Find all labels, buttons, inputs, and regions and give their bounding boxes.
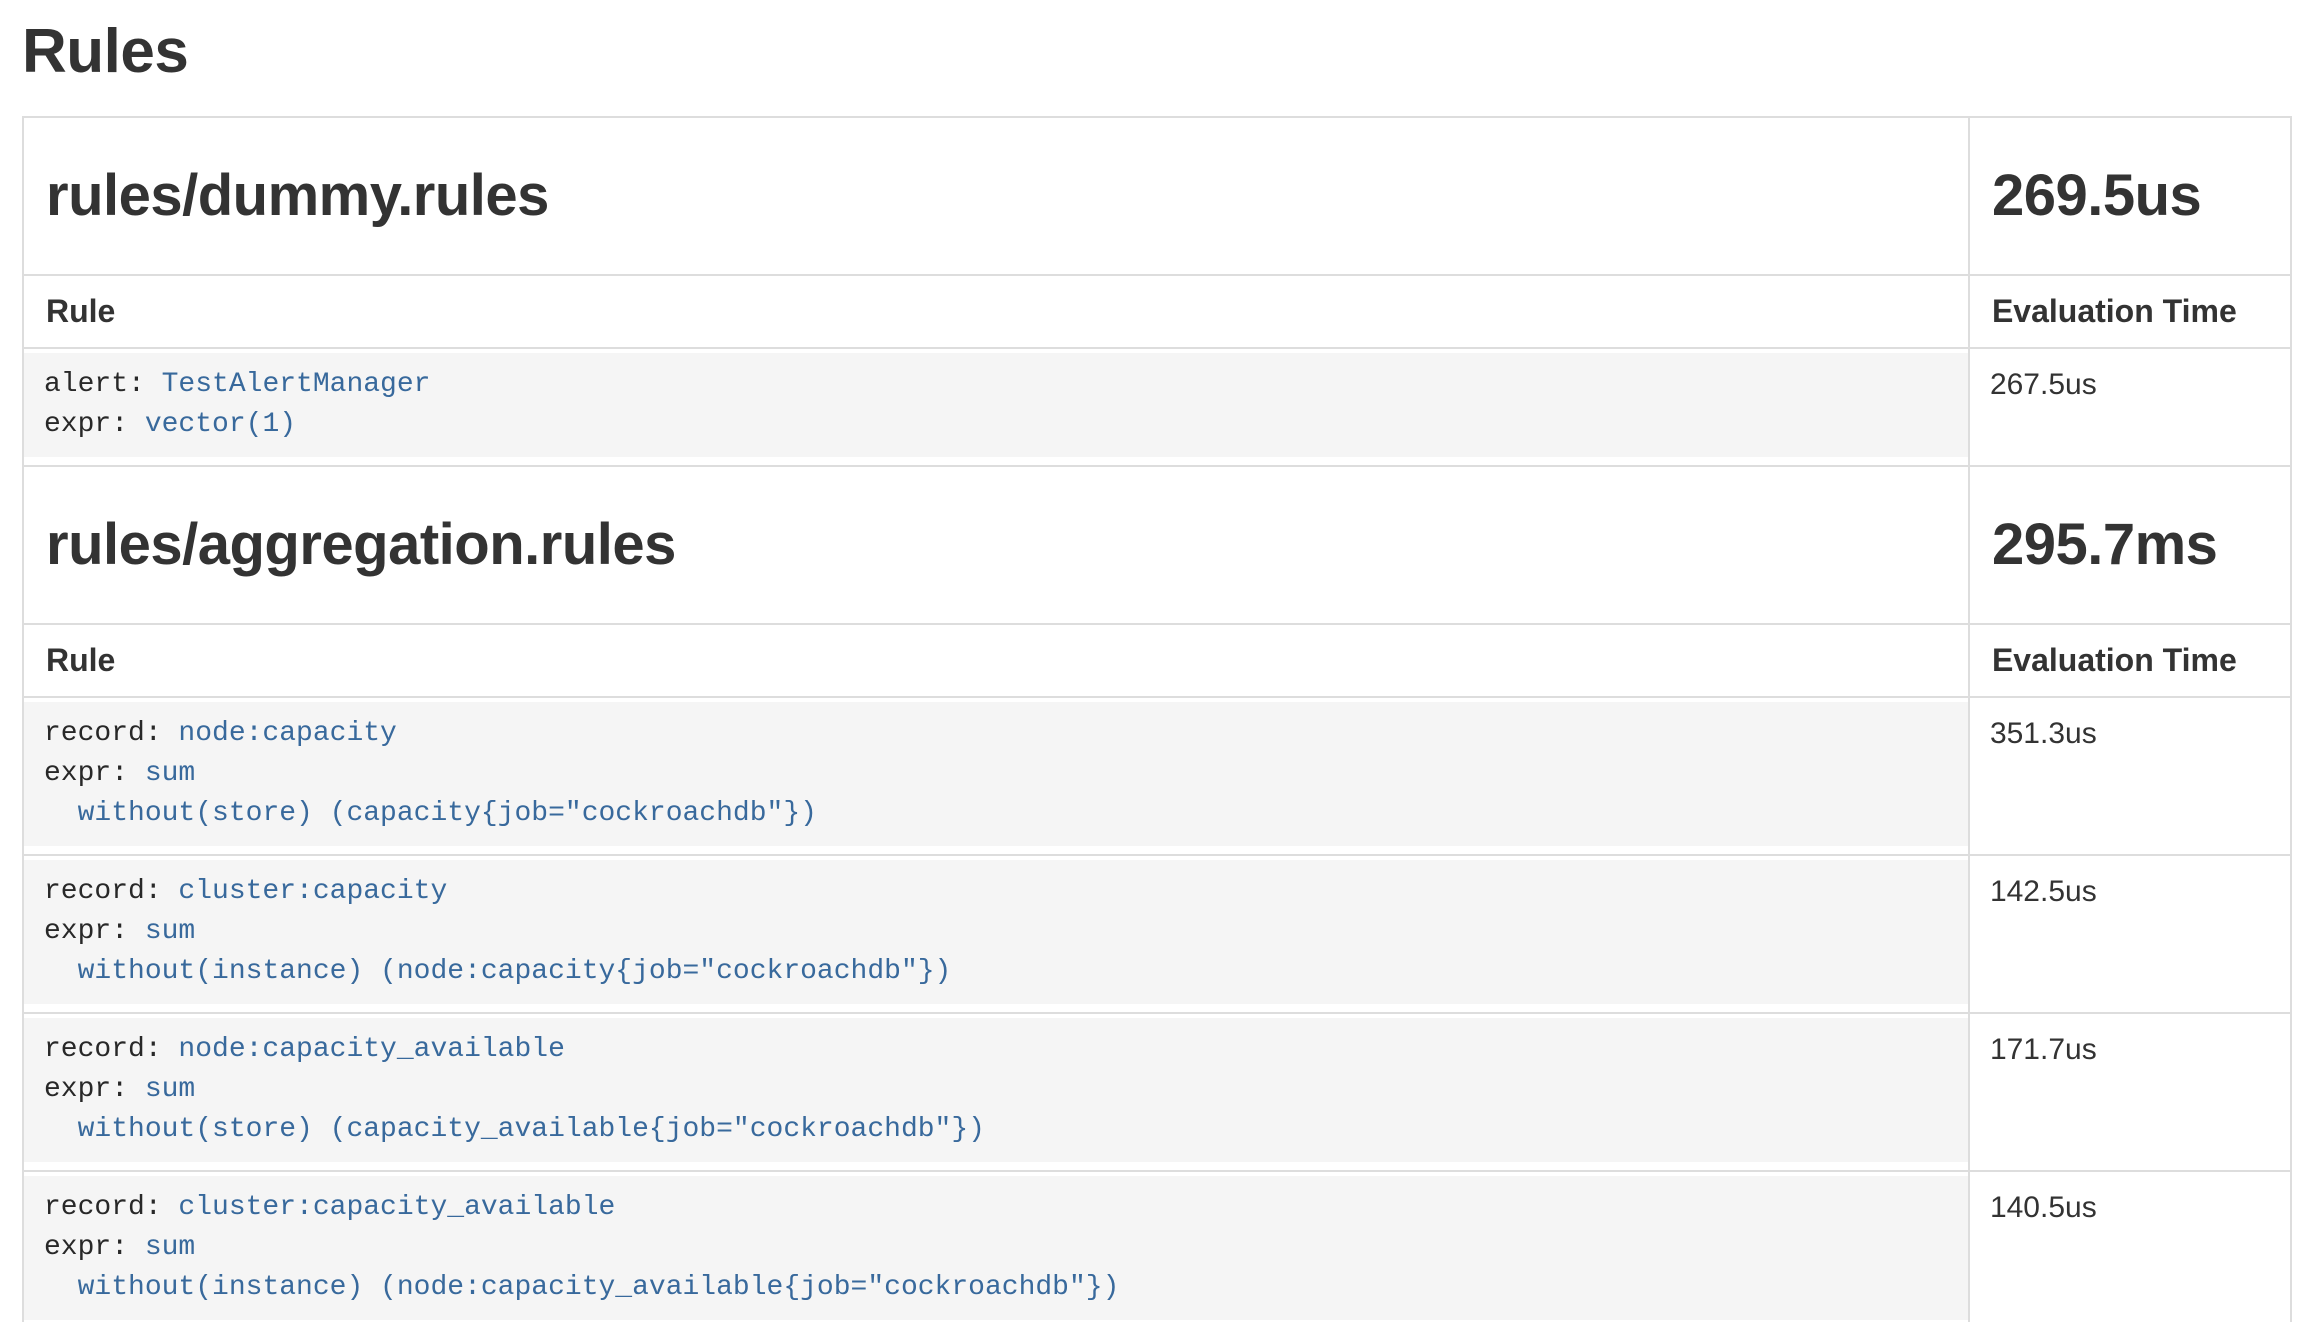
column-header-rule: Rule: [23, 275, 1969, 348]
rule-expr-link[interactable]: without(store) (capacity_available{job="…: [78, 1114, 985, 1145]
rule-code: record: cluster:capacity expr: sum witho…: [24, 860, 1968, 1004]
rule-keyword: expr:: [44, 1074, 145, 1105]
rule-expr-link[interactable]: vector(1): [145, 409, 296, 440]
rule-keyword: expr:: [44, 409, 145, 440]
rule-row: record: cluster:capacity expr: sum witho…: [23, 855, 2291, 1013]
rule-cell: record: cluster:capacity_available expr:…: [23, 1171, 1969, 1322]
rule-group-eval-time-cell: 295.7ms: [1969, 466, 2291, 624]
rule-keyword: record:: [44, 1034, 178, 1065]
rules-page: Rules rules/dummy.rules 269.5us Rule Eva…: [0, 18, 2316, 1322]
rule-expr-link[interactable]: cluster:capacity_available: [178, 1192, 615, 1223]
column-header-evaluation-time: Evaluation Time: [1969, 275, 2291, 348]
rule-keyword: expr:: [44, 1232, 145, 1263]
rule-keyword: [44, 1114, 78, 1145]
rule-expr-link[interactable]: TestAlertManager: [162, 369, 431, 400]
rule-expr-link[interactable]: cluster:capacity: [178, 876, 447, 907]
rule-expr-link[interactable]: without(instance) (node:capacity_availab…: [78, 1272, 1120, 1303]
rule-expr-link[interactable]: sum: [145, 1074, 195, 1105]
rule-code: record: cluster:capacity_available expr:…: [24, 1176, 1968, 1320]
rule-expr-link[interactable]: without(instance) (node:capacity{job="co…: [78, 956, 952, 987]
rule-group-eval-time: 269.5us: [1992, 164, 2268, 228]
rule-expr-link[interactable]: sum: [145, 1232, 195, 1263]
rule-keyword: [44, 1272, 78, 1303]
rule-cell: record: node:capacity_available expr: su…: [23, 1013, 1969, 1171]
rule-cell: alert: TestAlertManager expr: vector(1): [23, 348, 1969, 466]
rule-group-header-row: rules/aggregation.rules 295.7ms: [23, 466, 2291, 624]
rule-expr-link[interactable]: sum: [145, 916, 195, 947]
rule-eval-time: 351.3us: [1969, 697, 2291, 855]
rule-keyword: [44, 798, 78, 829]
column-header-row: Rule Evaluation Time: [23, 624, 2291, 697]
rule-code: record: node:capacity expr: sum without(…: [24, 702, 1968, 846]
rule-row: record: cluster:capacity_available expr:…: [23, 1171, 2291, 1322]
rules-table: rules/dummy.rules 269.5us Rule Evaluatio…: [22, 116, 2292, 1322]
page-title: Rules: [22, 18, 2292, 86]
rule-row: record: node:capacity_available expr: su…: [23, 1013, 2291, 1171]
rule-group-eval-time-cell: 269.5us: [1969, 117, 2291, 275]
rules-table-body: rules/dummy.rules 269.5us Rule Evaluatio…: [23, 117, 2291, 1322]
rule-eval-time: 267.5us: [1969, 348, 2291, 466]
rule-keyword: [44, 956, 78, 987]
rule-code: record: node:capacity_available expr: su…: [24, 1018, 1968, 1162]
rule-group-file-cell: rules/aggregation.rules: [23, 466, 1969, 624]
rule-expr-link[interactable]: without(store) (capacity{job="cockroachd…: [78, 798, 817, 829]
column-header-row: Rule Evaluation Time: [23, 275, 2291, 348]
rule-keyword: record:: [44, 718, 178, 749]
rule-code: alert: TestAlertManager expr: vector(1): [24, 353, 1968, 457]
rule-cell: record: node:capacity expr: sum without(…: [23, 697, 1969, 855]
rule-group-header-row: rules/dummy.rules 269.5us: [23, 117, 2291, 275]
rule-group-file: rules/dummy.rules: [46, 164, 1946, 228]
rule-eval-time: 142.5us: [1969, 855, 2291, 1013]
rule-group-file: rules/aggregation.rules: [46, 513, 1946, 577]
rule-group-eval-time: 295.7ms: [1992, 513, 2268, 577]
rule-group-file-cell: rules/dummy.rules: [23, 117, 1969, 275]
rule-expr-link[interactable]: node:capacity_available: [178, 1034, 564, 1065]
rule-keyword: expr:: [44, 916, 145, 947]
rule-row: record: node:capacity expr: sum without(…: [23, 697, 2291, 855]
rule-keyword: alert:: [44, 369, 162, 400]
column-header-rule: Rule: [23, 624, 1969, 697]
column-header-evaluation-time: Evaluation Time: [1969, 624, 2291, 697]
rule-cell: record: cluster:capacity expr: sum witho…: [23, 855, 1969, 1013]
rule-eval-time: 140.5us: [1969, 1171, 2291, 1322]
rule-expr-link[interactable]: node:capacity: [178, 718, 396, 749]
rule-keyword: record:: [44, 876, 178, 907]
rule-eval-time: 171.7us: [1969, 1013, 2291, 1171]
rule-keyword: record:: [44, 1192, 178, 1223]
rule-keyword: expr:: [44, 758, 145, 789]
rule-row: alert: TestAlertManager expr: vector(1) …: [23, 348, 2291, 466]
rule-expr-link[interactable]: sum: [145, 758, 195, 789]
